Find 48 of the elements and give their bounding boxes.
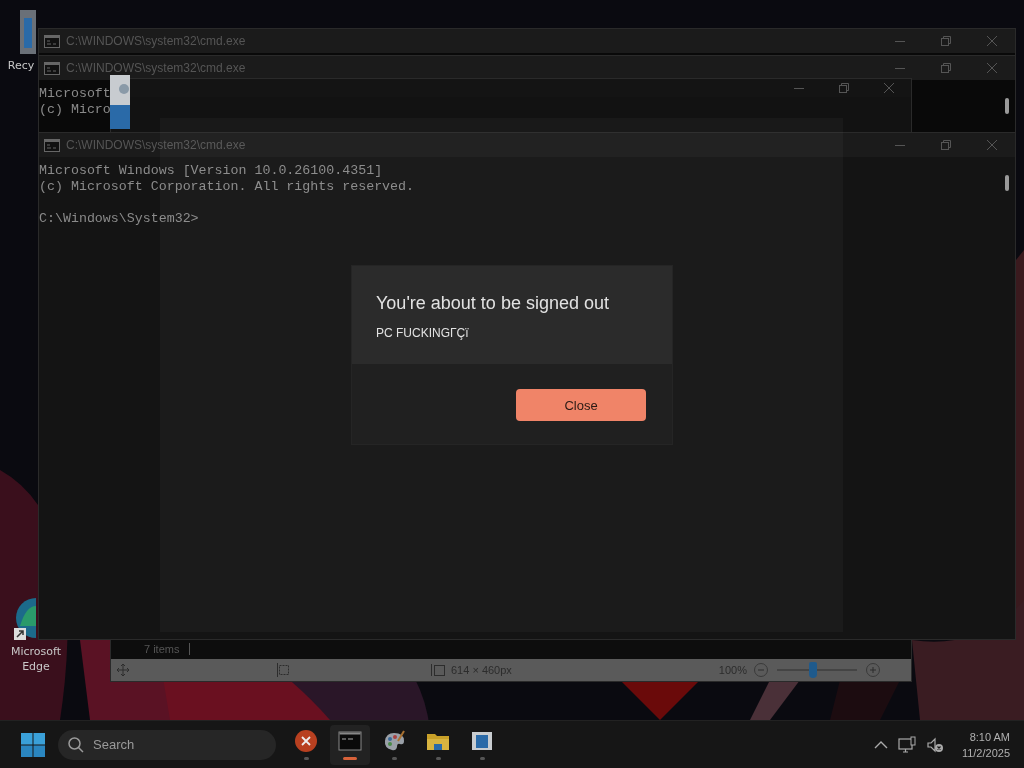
console-icon — [44, 61, 60, 75]
windows-logo-icon — [21, 732, 45, 757]
zoom-out-icon — [754, 663, 768, 677]
window-title: C:\WINDOWS\system32\cmd.exe — [66, 34, 246, 48]
close-icon — [987, 36, 997, 46]
restore-icon — [941, 140, 951, 150]
command-prompt: C:\Windows\System32> — [39, 211, 199, 227]
close-icon — [987, 140, 997, 150]
zoom-in-icon — [866, 663, 880, 677]
taskbar-app-button[interactable] — [330, 724, 370, 765]
error-icon — [294, 729, 318, 753]
dialog-title: You're about to be signed out — [376, 293, 610, 314]
palette-icon — [382, 729, 406, 753]
window-title: C:\WINDOWS\system32\cmd.exe — [66, 138, 246, 152]
window-title: C:\WINDOWS\system32\cmd.exe — [66, 61, 246, 75]
clock-date[interactable]: 11/2/2025 — [961, 744, 1010, 761]
console-text: Microsoft — [39, 86, 111, 102]
window-icon — [470, 729, 494, 753]
muted-speaker-icon[interactable] — [925, 735, 944, 754]
dialog-message: PC FUCKINGΓÇï — [376, 326, 470, 340]
search-field[interactable]: Search — [58, 729, 276, 760]
console-text: (c) Microsoft Corporation. All rights reserved. — [39, 179, 415, 195]
console-icon — [44, 34, 60, 48]
scrollbar-thumb[interactable] — [1005, 98, 1009, 114]
scrollbar-thumb[interactable] — [1005, 175, 1009, 191]
icon-label[interactable]: Recy — [7, 58, 35, 73]
move-icon[interactable] — [117, 664, 129, 676]
item-count: 7 items — [144, 643, 180, 655]
zoom-out-button[interactable] — [753, 662, 769, 678]
slider-thumb[interactable] — [809, 662, 817, 678]
start-button[interactable] — [20, 731, 46, 758]
canvas-size-icon — [431, 664, 445, 676]
zoom-in-button[interactable] — [865, 662, 881, 678]
restore-icon — [941, 36, 951, 46]
network-icon[interactable] — [897, 735, 916, 754]
restore-icon — [941, 63, 951, 73]
console-text: (c) Micro — [39, 102, 111, 118]
console-text: Microsoft Windows [Version 10.0.26100.4351] — [39, 163, 383, 179]
console-icon — [44, 138, 60, 152]
chevron-up-icon[interactable] — [873, 739, 888, 750]
close-button[interactable]: Close — [516, 389, 646, 421]
selection-icon — [277, 663, 291, 677]
image-thumbnail-icon — [110, 75, 130, 129]
terminal-icon — [338, 729, 362, 753]
close-icon — [987, 63, 997, 73]
restore-icon — [838, 83, 849, 93]
clock-time[interactable]: 8:10 AM — [969, 728, 1010, 745]
close-icon — [883, 83, 894, 93]
